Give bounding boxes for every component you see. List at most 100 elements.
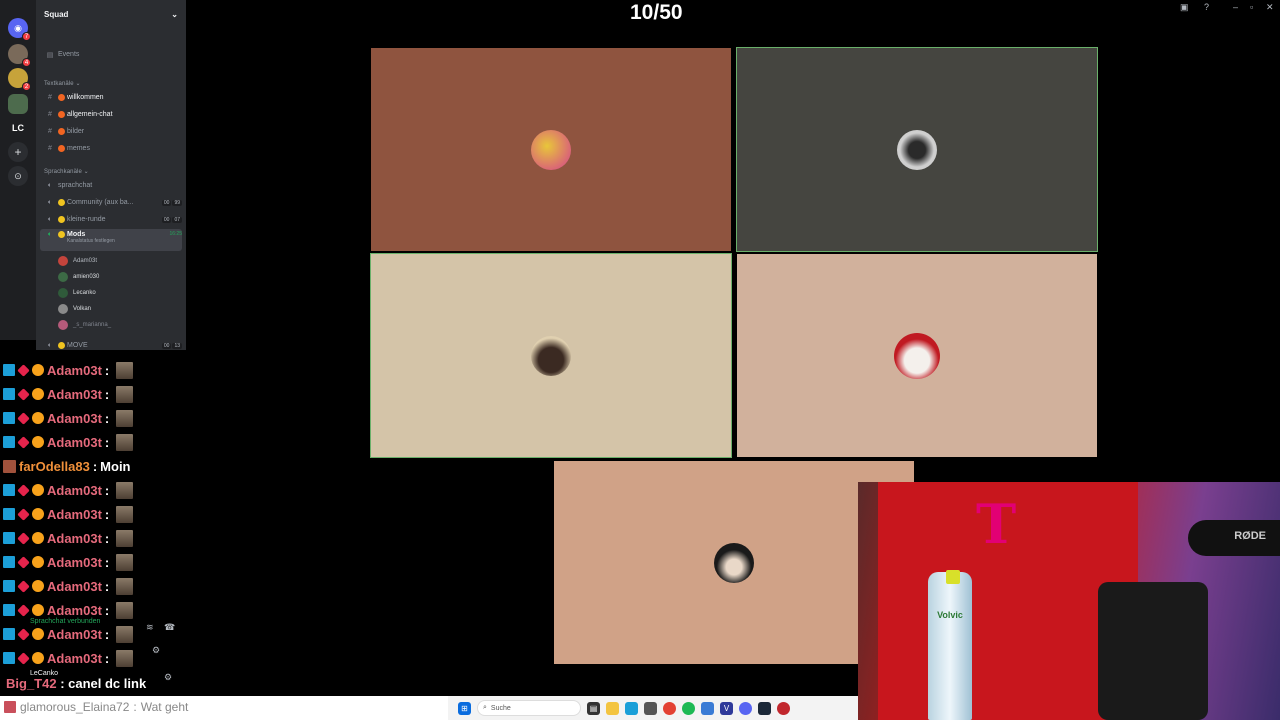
category-text[interactable]: Textkanäle ⌄ bbox=[44, 80, 81, 87]
explore-icon[interactable]: ⊙ bbox=[8, 166, 28, 186]
maximize-icon[interactable]: ▫ bbox=[1250, 2, 1253, 12]
channel-memes[interactable]: # memes bbox=[40, 141, 182, 156]
sub-badge-icon bbox=[17, 435, 30, 449]
taskbar-search[interactable]: ⌕ Suche bbox=[477, 700, 581, 716]
avatar bbox=[894, 332, 940, 379]
events-item[interactable]: ▤ Events bbox=[40, 47, 182, 62]
video-tile[interactable] bbox=[736, 47, 1098, 252]
video-tile[interactable] bbox=[371, 48, 731, 251]
voice-channel-community[interactable]: 🔈︎ Community (aux ba... 00 99 bbox=[40, 195, 182, 210]
emote-icon bbox=[116, 625, 134, 643]
separator: : bbox=[104, 482, 110, 498]
inbox-icon[interactable]: ▣ bbox=[1180, 2, 1189, 13]
discord-icon[interactable] bbox=[739, 701, 752, 715]
bottle-cap bbox=[946, 570, 960, 584]
video-tile[interactable] bbox=[370, 253, 732, 458]
telekom-logo: T bbox=[976, 492, 1017, 556]
count-b: 99 bbox=[172, 199, 182, 206]
user-count: 00 13 bbox=[161, 342, 182, 349]
emote-icon bbox=[116, 385, 134, 403]
coin-badge-icon bbox=[32, 628, 44, 640]
chat-message: Adam03t: bbox=[0, 502, 190, 526]
app-v-icon[interactable]: V bbox=[720, 701, 733, 715]
avatar bbox=[897, 129, 937, 170]
hash-icon: # bbox=[48, 111, 52, 118]
video-tile[interactable] bbox=[737, 254, 1097, 457]
app-red-icon[interactable] bbox=[777, 701, 790, 715]
chat-username: Adam03t bbox=[47, 434, 102, 450]
channel-bilder[interactable]: # bilder bbox=[40, 124, 182, 139]
water-bottle bbox=[928, 572, 972, 720]
edge-icon[interactable] bbox=[625, 701, 638, 715]
chat-username: Adam03t bbox=[47, 578, 102, 594]
server-icon[interactable]: 2 bbox=[8, 68, 31, 91]
avatar bbox=[531, 335, 571, 376]
app-icon[interactable] bbox=[701, 701, 714, 715]
hash-icon: # bbox=[48, 128, 52, 135]
user-settings-icon[interactable]: ⚙ bbox=[164, 672, 172, 683]
speaker-icon: 🔈︎ bbox=[47, 341, 53, 349]
server-rail: ◉ 7 4 2 LC + ⊙ bbox=[0, 0, 36, 340]
server-icon[interactable]: 4 bbox=[8, 44, 31, 67]
discord-home-icon[interactable]: ◉ 7 bbox=[8, 18, 31, 41]
voice-user[interactable]: Adam03t bbox=[58, 254, 97, 268]
voice-channel-move[interactable]: 🔈︎ MOVE 00 13 bbox=[40, 338, 182, 353]
help-icon[interactable]: ? bbox=[1204, 2, 1209, 12]
orange-dot-icon bbox=[58, 111, 65, 118]
events-label: Events bbox=[58, 51, 80, 58]
minimize-icon[interactable]: – bbox=[1233, 2, 1238, 12]
channel-status-link[interactable]: Kanalstatus festlegen bbox=[67, 238, 115, 244]
task-view-icon[interactable]: ▤ bbox=[587, 701, 600, 715]
activity-icon[interactable]: ⚙ bbox=[152, 645, 160, 656]
channel-time: 16:25 bbox=[169, 231, 182, 237]
voice-channel-kleine-runde[interactable]: 🔈︎ kleine-runde 00 07 bbox=[40, 212, 182, 227]
emote-icon bbox=[116, 649, 134, 667]
sub-badge-icon bbox=[17, 483, 30, 497]
channel-willkommen[interactable]: # willkommen bbox=[40, 90, 182, 105]
chat-text: Wat geht bbox=[140, 700, 189, 714]
emote-icon bbox=[116, 601, 134, 619]
chat-username: Adam03t bbox=[47, 482, 102, 498]
count-a: 00 bbox=[161, 199, 172, 206]
orange-dot-icon bbox=[58, 128, 65, 135]
speaker-icon: 🔈︎ bbox=[47, 215, 53, 223]
hash-icon: # bbox=[48, 94, 52, 101]
notification-badge: 2 bbox=[22, 82, 31, 91]
disconnect-icon[interactable]: ☎ bbox=[164, 622, 175, 633]
windows-start-icon[interactable]: ⊞ bbox=[458, 701, 471, 715]
channel-allgemein-chat[interactable]: # allgemein-chat bbox=[40, 107, 182, 122]
voice-user-name: _s_marianna_ bbox=[73, 322, 112, 328]
server-header[interactable]: Squad ⌄ bbox=[36, 0, 186, 28]
voice-user[interactable]: Volkan bbox=[58, 302, 91, 316]
sub-badge-icon bbox=[17, 531, 30, 545]
bottle-label: Volvic bbox=[937, 610, 963, 620]
server-name: Squad bbox=[44, 9, 69, 19]
active-server-icon[interactable] bbox=[8, 94, 28, 114]
voice-channel-sprachchat[interactable]: 🔈︎ sprachchat bbox=[40, 178, 182, 193]
yellow-dot-icon bbox=[58, 231, 65, 238]
count-a: 00 bbox=[161, 216, 172, 223]
noise-suppression-icon[interactable]: ≋ bbox=[146, 622, 154, 633]
spotify-icon[interactable] bbox=[682, 701, 695, 715]
chrome-icon[interactable] bbox=[663, 701, 676, 715]
chat-message: Adam03t: bbox=[0, 382, 190, 406]
close-icon[interactable]: ✕ bbox=[1266, 2, 1274, 13]
voice-user[interactable]: Lecanko bbox=[58, 286, 96, 300]
voice-user[interactable]: _s_marianna_ bbox=[58, 318, 111, 332]
add-server-icon[interactable]: + bbox=[8, 142, 28, 162]
voice-channel-mods[interactable]: 🔈︎ Mods Kanalstatus festlegen 16:25 bbox=[40, 229, 182, 251]
voice-user[interactable]: amien030 bbox=[58, 270, 99, 284]
chat-username: Adam03t bbox=[47, 506, 102, 522]
user-count: 00 07 bbox=[161, 216, 182, 223]
chat-message: Adam03t: bbox=[0, 646, 190, 670]
store-icon[interactable] bbox=[644, 701, 657, 715]
file-explorer-icon[interactable] bbox=[606, 701, 619, 715]
chair bbox=[1098, 582, 1208, 720]
voice-user-name: amien030 bbox=[73, 274, 100, 280]
steam-icon[interactable] bbox=[758, 701, 771, 715]
category-voice[interactable]: Sprachkanäle ⌄ bbox=[44, 168, 89, 175]
voice-user-name: Adam03t bbox=[73, 258, 98, 264]
server-initials-icon[interactable]: LC bbox=[8, 118, 28, 138]
separator: : bbox=[104, 410, 110, 426]
separator: : bbox=[92, 458, 98, 474]
